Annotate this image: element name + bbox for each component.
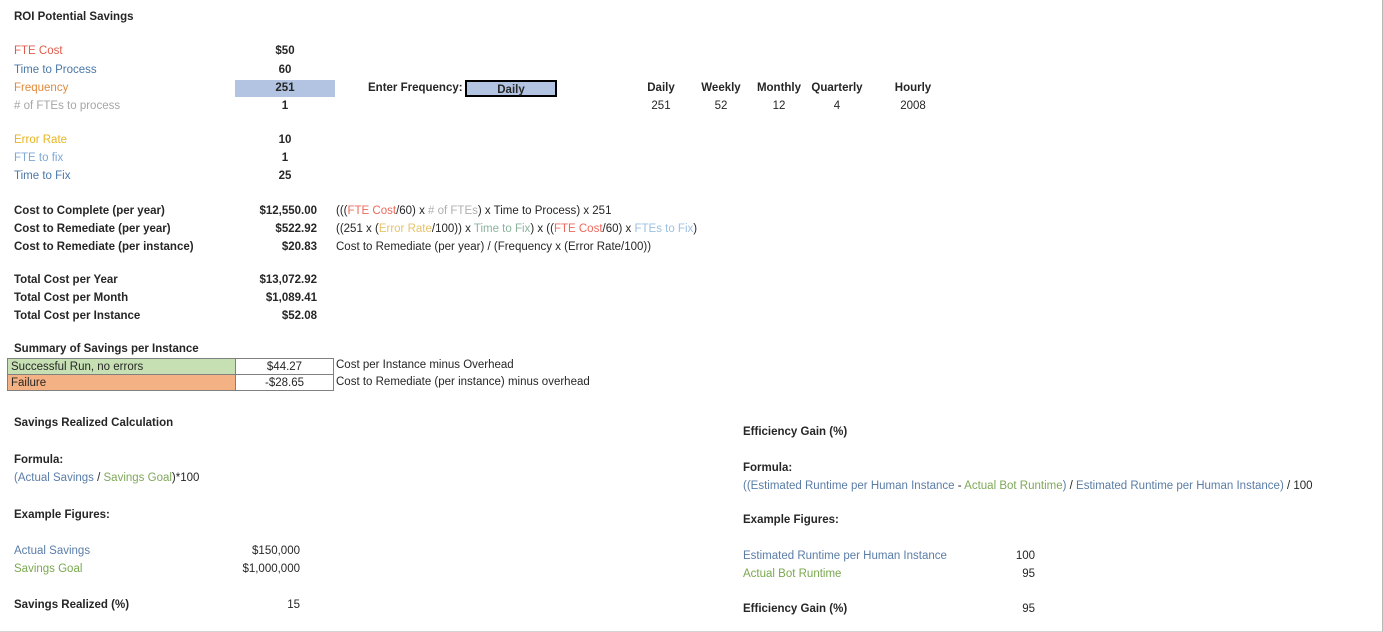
freq-header-quarterly: Quarterly — [811, 82, 863, 94]
summary-title: Summary of Savings per Instance — [14, 343, 199, 355]
value-total-cost-year: $13,072.92 — [259, 274, 317, 286]
summary-note-failure: Cost to Remediate (per instance) minus o… — [336, 376, 590, 388]
roi-worksheet: ROI Potential Savings FTE Cost Time to P… — [0, 0, 1383, 632]
value-time-to-process[interactable]: 60 — [235, 64, 335, 76]
label-fte-to-fix: FTE to fix — [14, 152, 64, 164]
label-savings-goal: Savings Goal — [14, 563, 83, 575]
formula-cost-remediate-instance: Cost to Remediate (per year) / (Frequenc… — [336, 241, 652, 253]
label-efficiency-gain-result: Efficiency Gain (%) — [743, 603, 848, 615]
savings-formula-label: Formula: — [14, 454, 64, 466]
freq-value-daily: 251 — [651, 100, 671, 112]
label-time-to-process: Time to Process — [14, 64, 97, 76]
summary-note-success: Cost per Instance minus Overhead — [336, 359, 514, 371]
enter-frequency-label: Enter Frequency: — [368, 82, 463, 94]
value-fte-cost[interactable]: $50 — [235, 45, 335, 57]
freq-value-hourly: 2008 — [900, 100, 926, 112]
formula-cost-to-complete: (((FTE Cost/60) x # of FTEs) x Time to P… — [336, 205, 612, 217]
value-num-ftes[interactable]: 1 — [235, 100, 335, 112]
label-total-cost-year: Total Cost per Year — [14, 274, 118, 286]
freq-header-monthly: Monthly — [756, 82, 802, 94]
label-frequency: Frequency — [14, 82, 69, 94]
page-title: ROI Potential Savings — [14, 11, 134, 23]
value-fte-to-fix[interactable]: 1 — [235, 152, 335, 164]
label-estimated-runtime: Estimated Runtime per Human Instance — [743, 550, 947, 562]
value-efficiency-gain-result: 95 — [1022, 603, 1035, 615]
value-actual-savings: $150,000 — [252, 545, 300, 557]
formula-cost-remediate-year: ((251 x (Error Rate/100)) x Time to Fix)… — [336, 223, 698, 235]
value-cost-to-complete: $12,550.00 — [259, 205, 317, 217]
value-frequency[interactable]: 251 — [235, 80, 335, 97]
label-savings-realized: Savings Realized (%) — [14, 599, 130, 611]
table-row[interactable]: Successful Run, no errors $44.27 — [7, 358, 334, 375]
efficiency-example-label: Example Figures: — [743, 514, 839, 526]
value-cost-remediate-year: $522.92 — [275, 223, 317, 235]
summary-value-success: $44.27 — [235, 358, 334, 375]
label-error-rate: Error Rate — [14, 134, 68, 146]
value-error-rate[interactable]: 10 — [235, 134, 335, 146]
savings-formula: (Actual Savings / Savings Goal)*100 — [14, 472, 200, 484]
value-savings-realized: 15 — [287, 599, 300, 611]
label-time-to-fix: Time to Fix — [14, 170, 71, 182]
savings-example-label: Example Figures: — [14, 509, 110, 521]
label-cost-remediate-instance: Cost to Remediate (per instance) — [14, 241, 194, 253]
label-actual-savings: Actual Savings — [14, 545, 91, 557]
label-fte-cost: FTE Cost — [14, 45, 63, 57]
freq-header-hourly: Hourly — [894, 82, 932, 94]
freq-header-weekly: Weekly — [701, 82, 741, 94]
frequency-dropdown[interactable]: Daily — [465, 80, 557, 97]
value-total-cost-month: $1,089.41 — [265, 292, 317, 304]
value-time-to-fix[interactable]: 25 — [235, 170, 335, 182]
freq-header-daily: Daily — [647, 82, 675, 94]
summary-label-success: Successful Run, no errors — [7, 358, 236, 375]
label-actual-bot-runtime: Actual Bot Runtime — [743, 568, 842, 580]
value-savings-goal: $1,000,000 — [242, 563, 300, 575]
value-total-cost-instance: $52.08 — [281, 310, 317, 322]
value-cost-remediate-instance: $20.83 — [281, 241, 317, 253]
savings-summary-table: Successful Run, no errors $44.27 Failure… — [7, 358, 334, 391]
label-total-cost-instance: Total Cost per Instance — [14, 310, 141, 322]
table-row[interactable]: Failure -$28.65 — [7, 374, 334, 391]
label-cost-remediate-year: Cost to Remediate (per year) — [14, 223, 171, 235]
efficiency-formula-label: Formula: — [743, 462, 793, 474]
freq-value-weekly: 52 — [714, 100, 728, 112]
efficiency-formula: ((Estimated Runtime per Human Instance -… — [743, 480, 1313, 492]
efficiency-section-title: Efficiency Gain (%) — [743, 426, 848, 438]
freq-value-monthly: 12 — [772, 100, 786, 112]
savings-section-title: Savings Realized Calculation — [14, 417, 174, 429]
freq-value-quarterly: 4 — [833, 100, 841, 112]
label-cost-to-complete: Cost to Complete (per year) — [14, 205, 165, 217]
summary-label-failure: Failure — [7, 374, 236, 391]
value-actual-bot-runtime: 95 — [1022, 568, 1035, 580]
label-num-ftes: # of FTEs to process — [14, 100, 121, 112]
summary-value-failure: -$28.65 — [235, 374, 334, 391]
label-total-cost-month: Total Cost per Month — [14, 292, 129, 304]
value-estimated-runtime: 100 — [1015, 550, 1035, 562]
